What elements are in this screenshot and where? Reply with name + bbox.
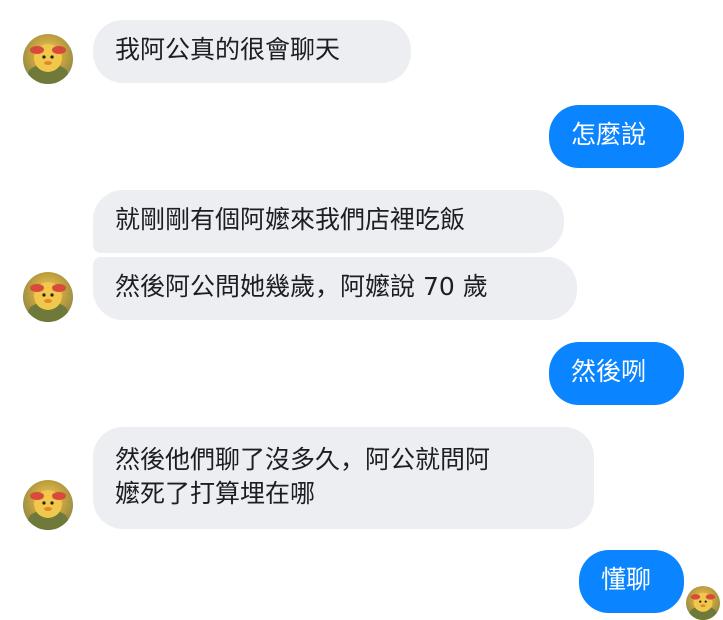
message-bubble-incoming[interactable]: 然後他們聊了沒多久，阿公就問阿 嬤死了打算埋在哪 [93,427,594,529]
message-text-line: 嬤死了打算埋在哪 [115,479,316,508]
message-text: 我阿公真的很會聊天 [115,35,341,64]
message-bubble-outgoing[interactable]: 懂聊 [579,550,684,613]
message-text-line: 然後他們聊了沒多久，阿公就問阿 [115,445,491,474]
contact-avatar-icon[interactable] [23,34,73,84]
message-text: 懂聊 [601,565,652,594]
message-text: 然後咧 [571,357,647,386]
message-bubble-outgoing[interactable]: 怎麼說 [549,105,684,168]
message-bubble-outgoing[interactable]: 然後咧 [549,342,684,405]
message-bubble-incoming[interactable]: 然後阿公問她幾歲，阿嬤說 70 歲 [93,257,577,320]
contact-avatar-icon[interactable] [23,272,73,322]
message-bubble-incoming[interactable]: 就剛剛有個阿嬤來我們店裡吃飯 [93,190,564,253]
contact-avatar-icon[interactable] [23,480,73,530]
message-text: 然後阿公問她幾歲，阿嬤說 70 歲 [115,272,488,301]
message-bubble-incoming[interactable]: 我阿公真的很會聊天 [93,20,411,83]
message-text: 就剛剛有個阿嬤來我們店裡吃飯 [115,205,466,234]
message-text: 怎麼說 [571,120,647,149]
chat-thread: 我阿公真的很會聊天 怎麼說 就剛剛有個阿嬤來我們店裡吃飯 然後阿公問她幾歲，阿嬤… [0,0,723,620]
read-receipt-avatar-icon [686,586,720,620]
